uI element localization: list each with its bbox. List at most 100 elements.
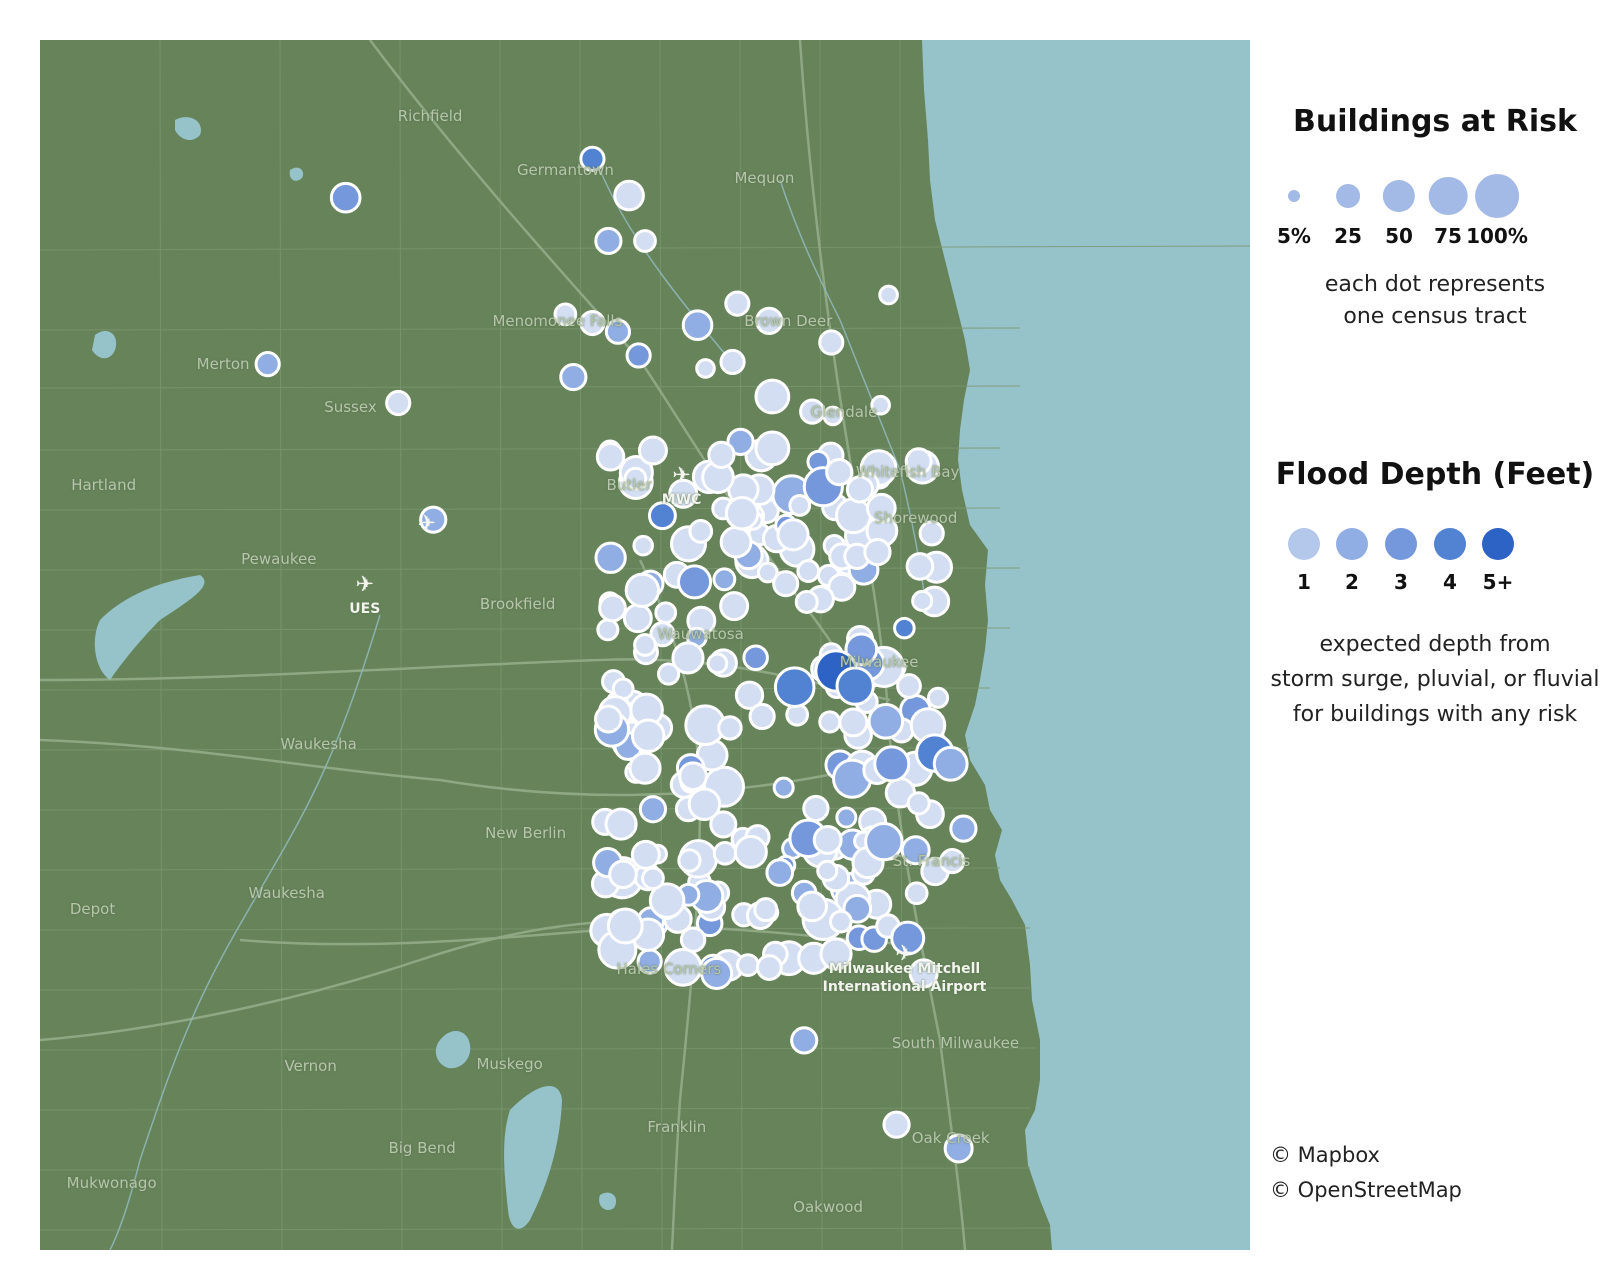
tract-dot[interactable] <box>878 284 899 306</box>
tract-dot[interactable] <box>595 442 626 472</box>
tract-dot[interactable] <box>632 534 654 557</box>
tract-dot[interactable] <box>712 567 737 592</box>
tract-dot[interactable] <box>825 458 854 487</box>
tract-dot[interactable] <box>765 858 795 887</box>
tract-dot[interactable] <box>733 834 768 869</box>
tract-dot[interactable] <box>329 181 362 214</box>
tract-dot[interactable] <box>633 633 657 657</box>
tract-dot[interactable] <box>712 841 738 866</box>
tract-dot[interactable] <box>637 435 668 466</box>
tract-dot[interactable] <box>828 909 853 934</box>
tract-dot[interactable] <box>882 1110 911 1139</box>
map[interactable]: Richfield Germantown Mequon Menomonee Falls… <box>40 40 1250 1250</box>
tract-dot[interactable] <box>796 559 821 584</box>
tract-dot[interactable] <box>594 541 627 574</box>
depth-legend-item: 4 <box>1434 528 1466 594</box>
tract-dot[interactable] <box>812 825 843 855</box>
tract-dot[interactable] <box>598 593 627 623</box>
tract-dot[interactable] <box>254 351 281 378</box>
tract-dot[interactable] <box>687 787 722 821</box>
tract-dot[interactable] <box>677 848 702 873</box>
tract-dot[interactable] <box>790 1026 819 1055</box>
tract-dot[interactable] <box>911 589 934 612</box>
tract-dot[interactable] <box>873 745 911 783</box>
tract-dot[interactable] <box>816 859 839 882</box>
tract-dot[interactable] <box>594 704 623 734</box>
tract-dot[interactable] <box>671 641 705 675</box>
tract-dot[interactable] <box>678 761 708 792</box>
tract-dot[interactable] <box>559 362 588 392</box>
tract-dot[interactable] <box>654 601 678 625</box>
tract-dot[interactable] <box>719 525 753 559</box>
tract-dot[interactable] <box>688 519 714 544</box>
tract-dot[interactable] <box>867 703 905 740</box>
tract-dot[interactable] <box>385 389 412 417</box>
size-legend-title: Buildings at Risk <box>1293 104 1577 139</box>
tract-dot[interactable] <box>818 710 842 734</box>
tract-dot[interactable] <box>753 897 779 923</box>
tract-dot[interactable] <box>802 794 830 823</box>
tract-dot[interactable] <box>608 859 638 890</box>
tract-dot[interactable] <box>719 591 750 622</box>
tract-dot[interactable] <box>695 358 716 379</box>
tract-dot[interactable] <box>835 666 875 706</box>
tract-dot[interactable] <box>904 881 929 906</box>
tract-dot[interactable] <box>772 776 795 799</box>
tract-dot[interactable] <box>681 309 714 342</box>
tract-dot[interactable] <box>838 707 869 738</box>
tract-dot[interactable] <box>748 702 776 731</box>
tract-dot[interactable] <box>906 791 931 816</box>
tract-dot[interactable] <box>835 806 858 829</box>
tract-dot[interactable] <box>754 430 791 467</box>
tract-dot[interactable] <box>754 378 791 415</box>
tract-dot[interactable] <box>624 572 661 608</box>
tract-dot[interactable] <box>707 440 736 469</box>
tract-dot[interactable] <box>756 561 779 584</box>
tract-dot[interactable] <box>742 644 769 672</box>
place-label: Milwaukee <box>839 653 919 672</box>
credit-openstreetmap[interactable]: © OpenStreetMap <box>1270 1178 1462 1202</box>
tract-dot[interactable] <box>932 745 969 782</box>
tract-dot[interactable] <box>606 907 644 945</box>
tract-dot[interactable] <box>818 329 845 356</box>
tract-dot[interactable] <box>776 518 810 552</box>
tract-dot[interactable] <box>622 603 653 634</box>
tract-dot[interactable] <box>604 807 638 841</box>
airplane-icon: ✈ <box>355 572 374 597</box>
tract-dot[interactable] <box>905 552 935 581</box>
size-legend-item: 100% <box>1466 174 1528 248</box>
tract-dot[interactable] <box>796 890 828 923</box>
tract-dot[interactable] <box>594 226 623 256</box>
tract-dot[interactable] <box>676 564 713 600</box>
tract-dot[interactable] <box>641 866 665 891</box>
tract-dot[interactable] <box>794 589 819 614</box>
tract-dot[interactable] <box>949 814 978 843</box>
tract-dot[interactable] <box>773 666 816 708</box>
tract-dot[interactable] <box>736 953 760 977</box>
airport-label: MWC <box>661 492 702 509</box>
place-label: South Milwaukee <box>891 1033 1020 1052</box>
tract-dot[interactable] <box>628 751 662 785</box>
tract-dot[interactable] <box>724 495 760 531</box>
tract-dot[interactable] <box>755 954 783 981</box>
tract-dot[interactable] <box>625 342 652 369</box>
tract-dot[interactable] <box>926 686 950 709</box>
depth-legend-label: 1 <box>1297 570 1311 594</box>
place-label: Big Bend <box>388 1139 456 1158</box>
tract-dot[interactable] <box>896 673 922 699</box>
tract-dot[interactable] <box>719 348 746 376</box>
tract-dot[interactable] <box>630 718 666 754</box>
tract-dot[interactable] <box>633 229 657 253</box>
tract-dot[interactable] <box>596 618 620 642</box>
tract-dot[interactable] <box>863 537 892 567</box>
credit-mapbox[interactable]: © Mapbox <box>1270 1143 1380 1167</box>
tract-dot[interactable] <box>835 497 872 535</box>
depth-legend-swatch <box>1336 528 1368 560</box>
tract-dot[interactable] <box>638 795 668 824</box>
tract-dot[interactable] <box>893 616 916 640</box>
tract-dot[interactable] <box>717 715 743 741</box>
tract-dot[interactable] <box>613 179 645 212</box>
tract-dot[interactable] <box>630 839 661 870</box>
tract-dot[interactable] <box>706 652 729 675</box>
size-legend-label: 100% <box>1466 224 1528 248</box>
